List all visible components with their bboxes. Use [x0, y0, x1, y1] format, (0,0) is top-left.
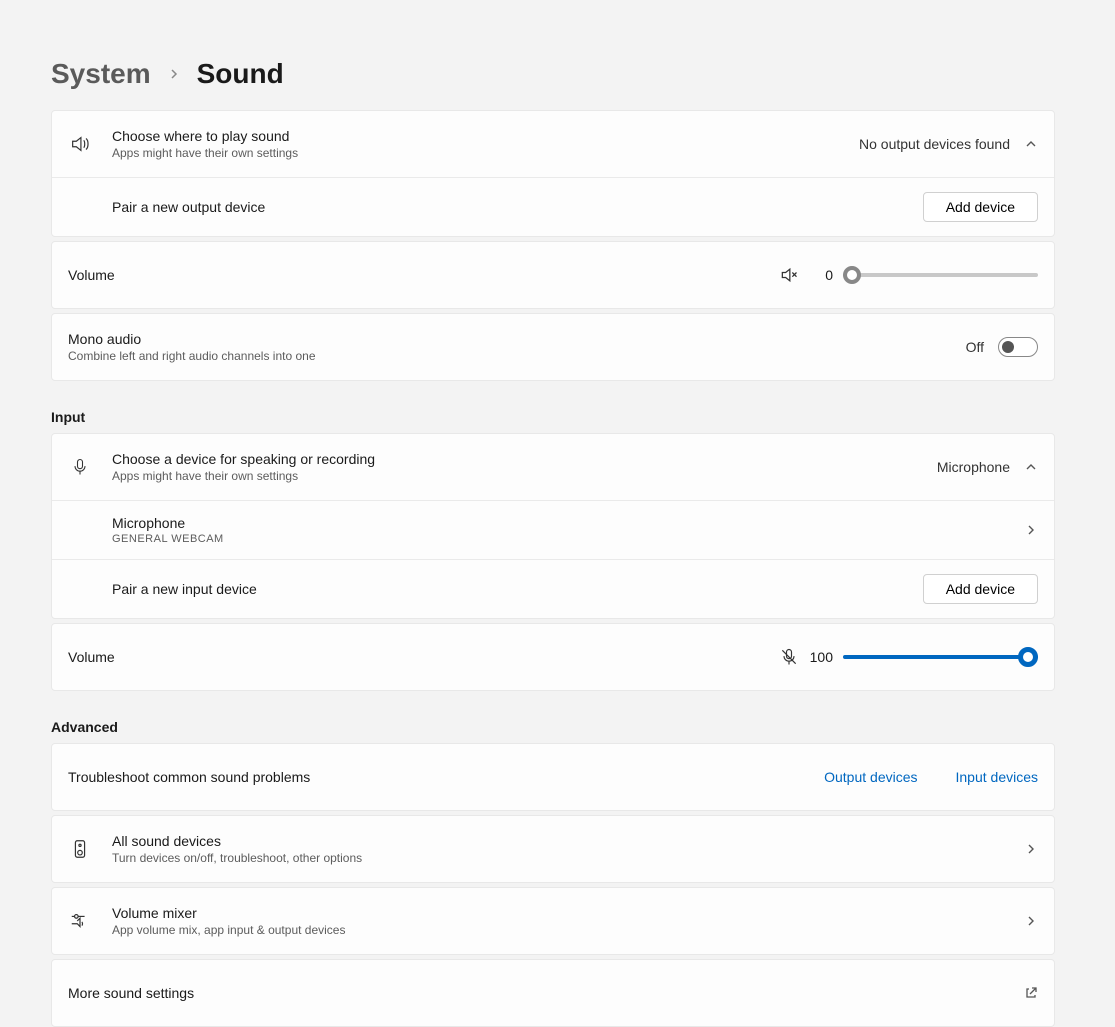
microphone-off-icon[interactable]: [779, 647, 799, 667]
chevron-up-icon: [1024, 137, 1038, 151]
pair-output-label: Pair a new output device: [112, 199, 903, 215]
mixer-title: Volume mixer: [112, 905, 1004, 921]
input-header-row[interactable]: Choose a device for speaking or recordin…: [52, 434, 1054, 500]
mono-state: Off: [966, 339, 984, 355]
all-sound-devices-row[interactable]: All sound devices Turn devices on/off, t…: [52, 816, 1054, 882]
speaker-muted-icon[interactable]: [779, 265, 799, 285]
troubleshoot-row: Troubleshoot common sound problems Outpu…: [52, 744, 1054, 810]
breadcrumb-parent[interactable]: System: [51, 58, 151, 90]
troubleshoot-output-link[interactable]: Output devices: [824, 769, 917, 785]
troubleshoot-input-link[interactable]: Input devices: [956, 769, 1039, 785]
output-volume-row: Volume 0: [52, 242, 1054, 308]
output-sub: Apps might have their own settings: [112, 146, 839, 160]
chevron-right-icon: [1024, 523, 1038, 537]
pair-output-row: Pair a new output device Add device: [52, 177, 1054, 236]
chevron-up-icon: [1024, 460, 1038, 474]
external-link-icon: [1024, 986, 1038, 1000]
input-device-row[interactable]: Microphone GENERAL WEBCAM: [52, 500, 1054, 559]
input-device-name: Microphone: [112, 515, 1004, 531]
input-volume-value: 100: [809, 649, 833, 665]
input-volume-slider[interactable]: [843, 655, 1038, 659]
input-device-sub: GENERAL WEBCAM: [112, 533, 1004, 545]
breadcrumb-current: Sound: [197, 58, 284, 90]
output-volume-slider[interactable]: [843, 273, 1038, 277]
add-input-device-button[interactable]: Add device: [923, 574, 1038, 604]
input-title: Choose a device for speaking or recordin…: [112, 451, 917, 467]
add-output-device-button[interactable]: Add device: [923, 192, 1038, 222]
input-status: Microphone: [937, 459, 1010, 475]
chevron-right-icon: [169, 69, 179, 79]
all-devices-title: All sound devices: [112, 833, 1004, 849]
all-devices-sub: Turn devices on/off, troubleshoot, other…: [112, 851, 1004, 865]
output-title: Choose where to play sound: [112, 128, 839, 144]
mono-sub: Combine left and right audio channels in…: [68, 349, 946, 363]
more-sound-settings-row[interactable]: More sound settings: [52, 960, 1054, 1026]
pair-input-label: Pair a new input device: [112, 581, 903, 597]
troubleshoot-title: Troubleshoot common sound problems: [68, 769, 804, 785]
pair-input-row: Pair a new input device Add device: [52, 559, 1054, 618]
mono-audio-toggle[interactable]: [998, 337, 1038, 357]
speaker-icon: [68, 133, 92, 155]
input-section-header: Input: [51, 409, 1055, 425]
mono-audio-row: Mono audio Combine left and right audio …: [52, 314, 1054, 380]
more-settings-title: More sound settings: [68, 985, 1004, 1001]
input-volume-row: Volume 100: [52, 624, 1054, 690]
input-volume-label: Volume: [68, 649, 543, 665]
microphone-icon: [68, 457, 92, 477]
mixer-sub: App volume mix, app input & output devic…: [112, 923, 1004, 937]
chevron-right-icon: [1024, 842, 1038, 856]
mixer-icon: [68, 910, 92, 932]
chevron-right-icon: [1024, 914, 1038, 928]
advanced-section-header: Advanced: [51, 719, 1055, 735]
devices-icon: [68, 838, 92, 860]
output-status: No output devices found: [859, 136, 1010, 152]
output-volume-label: Volume: [68, 267, 543, 283]
input-sub: Apps might have their own settings: [112, 469, 917, 483]
output-volume-value: 0: [809, 267, 833, 283]
mono-title: Mono audio: [68, 331, 946, 347]
breadcrumb: System Sound: [51, 0, 1055, 110]
output-header-row[interactable]: Choose where to play sound Apps might ha…: [52, 111, 1054, 177]
volume-mixer-row[interactable]: Volume mixer App volume mix, app input &…: [52, 888, 1054, 954]
